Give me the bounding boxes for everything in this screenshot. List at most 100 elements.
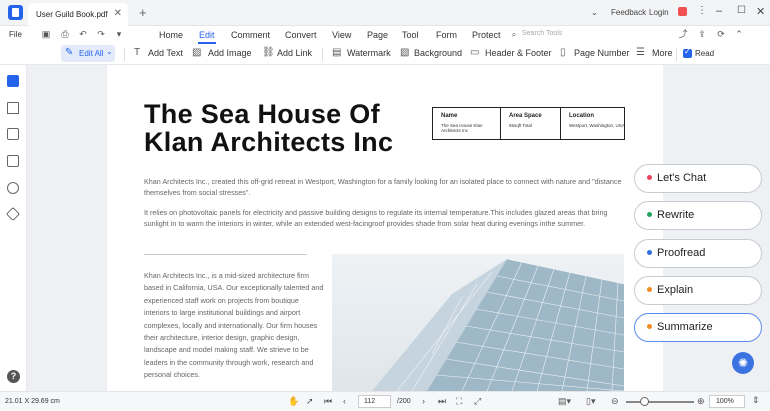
title-bar: User Guild Book.pdf ✕ + ⌄ Feedback Login… [0, 0, 770, 26]
upload-icon[interactable]: ⇪ [696, 28, 708, 40]
sync-icon[interactable]: ⟳ [715, 28, 727, 40]
document-tab-title: User Guild Book.pdf [36, 10, 108, 19]
search-icon: ⌕ [511, 30, 517, 39]
first-page-icon[interactable]: ⏮ [324, 396, 332, 407]
last-page-icon[interactable]: ⏭ [438, 396, 446, 407]
menu-page[interactable]: Page [367, 30, 388, 40]
page-number-button[interactable]: Page Number [574, 48, 630, 58]
explain-button[interactable]: Explain [634, 276, 762, 305]
print-icon[interactable]: ⎙ [59, 28, 71, 40]
feedback-link[interactable]: Feedback [611, 8, 646, 17]
document-title[interactable]: The Sea House Of Klan Architects Inc [144, 100, 393, 156]
hand-tool-icon[interactable]: ✋ [288, 396, 299, 407]
page-layout-icon[interactable]: ▤▾ [558, 396, 571, 407]
explain-label: Explain [657, 284, 694, 296]
close-window-icon[interactable]: ✕ [756, 5, 765, 18]
info-table-location-column: Location Westport, Washington, USA [560, 108, 625, 139]
fit-width-icon[interactable]: ⇕ [752, 395, 760, 406]
menu-convert[interactable]: Convert [285, 30, 317, 40]
document-tab[interactable]: User Guild Book.pdf ✕ [28, 3, 128, 26]
share-icon[interactable]: ⤴ [677, 28, 689, 40]
body-paragraph[interactable]: Khan Architects Inc., created this off-g… [144, 176, 622, 198]
background-button[interactable]: Background [414, 48, 462, 58]
select-tool-icon[interactable]: ➚ [306, 396, 314, 407]
menu-form[interactable]: Form [436, 30, 457, 40]
rewrite-label: Rewrite [657, 209, 695, 221]
summarize-button[interactable]: Summarize [634, 313, 762, 342]
edit-all-button[interactable]: ✎ Edit All ⌄ [61, 45, 115, 62]
rewrite-button[interactable]: Rewrite [634, 201, 762, 230]
more-button[interactable]: More [652, 48, 673, 58]
menu-bar: File ▣ ⎙ ↶ ↷ ▾ Home Edit Comment Convert… [0, 26, 770, 44]
redo-icon[interactable]: ↷ [95, 28, 107, 40]
close-tab-icon[interactable]: ✕ [114, 8, 122, 19]
menu-home[interactable]: Home [159, 30, 183, 40]
body-paragraph[interactable]: It relies on photovoltaic panels for ele… [144, 207, 622, 229]
save-icon[interactable]: ▣ [40, 28, 52, 40]
header-footer-button[interactable]: Header & Footer [485, 48, 552, 58]
green-dot-icon [647, 212, 652, 217]
orange-dot-icon [647, 287, 652, 292]
scroll-mode-icon[interactable]: ▯▾ [586, 396, 595, 407]
title-line-1[interactable]: The Sea House Of [144, 100, 393, 128]
new-tab-icon[interactable]: + [139, 5, 147, 20]
info-table-header: Area Space [509, 113, 542, 119]
menu-comment[interactable]: Comment [231, 30, 270, 40]
ai-assistant-icon[interactable]: ✺ [732, 352, 754, 374]
divider-line [144, 254, 307, 255]
info-table-name-column: Name The Sea House Klan Architects Inc [433, 108, 500, 139]
maximize-icon[interactable]: ☐ [737, 5, 746, 16]
info-table-cell: Westport, Washington, USA [569, 123, 625, 128]
search-panel-icon[interactable] [7, 182, 19, 194]
page-dimensions: 21.01 X 29.69 cm [5, 398, 60, 405]
layers-icon[interactable] [5, 206, 21, 222]
minimize-icon[interactable]: – [716, 5, 722, 17]
notification-icon[interactable] [678, 7, 687, 16]
info-table-header: Name [441, 113, 458, 119]
menu-tool[interactable]: Tool [402, 30, 419, 40]
previous-page-icon[interactable]: ‹ [343, 396, 346, 406]
menu-protect[interactable]: Protect [472, 30, 501, 40]
expand-up-icon[interactable]: ⌃ [733, 28, 745, 40]
zoom-slider-handle[interactable] [640, 397, 649, 406]
zoom-in-icon[interactable]: ⊕ [697, 396, 705, 407]
help-icon[interactable]: ? [7, 370, 20, 383]
menu-edit[interactable]: Edit [199, 30, 215, 40]
rotate-page-icon[interactable]: ⤢ [474, 396, 481, 407]
search-tools-input[interactable]: Search Tools [522, 30, 562, 37]
menu-view[interactable]: View [332, 30, 351, 40]
lets-chat-button[interactable]: Let's Chat [634, 164, 762, 193]
add-text-button[interactable]: Add Text [148, 48, 183, 58]
comment-icon[interactable] [7, 128, 19, 140]
zoom-slider[interactable] [626, 401, 694, 403]
summarize-label: Summarize [657, 321, 713, 333]
toolbar-divider [676, 48, 677, 61]
login-link[interactable]: Login [649, 8, 669, 17]
undo-icon[interactable]: ↶ [77, 28, 89, 40]
zoom-out-icon[interactable]: ⊖ [611, 396, 619, 407]
chevron-down-icon[interactable]: ⌄ [591, 8, 598, 17]
customize-dropdown-icon[interactable]: ▾ [113, 28, 125, 40]
menu-file[interactable]: File [9, 30, 22, 39]
red-dot-icon [647, 175, 652, 180]
edit-toolbar: ✎ Edit All ⌄ T Add Text ▨ Add Image ⛓ Ad… [0, 44, 770, 65]
add-image-button[interactable]: Add Image [208, 48, 252, 58]
building-image[interactable] [332, 254, 624, 391]
bookmark-icon[interactable] [7, 102, 19, 114]
page-number-input[interactable]: 112 [358, 395, 391, 408]
info-table[interactable]: Name The Sea House Klan Architects Inc A… [432, 107, 625, 140]
column-paragraph[interactable]: Khan Architects Inc., is a mid-sized arc… [144, 270, 324, 382]
thumbnails-icon[interactable] [7, 75, 19, 87]
title-line-2[interactable]: Klan Architects Inc [144, 128, 393, 156]
more-options-icon[interactable]: ⋮ [697, 5, 707, 16]
pdf-page[interactable]: The Sea House Of Klan Architects Inc Nam… [107, 65, 663, 391]
fit-page-icon[interactable]: ⛶ [456, 396, 462, 407]
read-checkbox[interactable] [683, 47, 692, 58]
next-page-icon[interactable]: › [422, 396, 425, 406]
zoom-level-select[interactable]: 100% [709, 395, 745, 408]
add-link-button[interactable]: Add Link [277, 48, 312, 58]
watermark-button[interactable]: Watermark [347, 48, 391, 58]
proofread-button[interactable]: Proofread [634, 239, 762, 268]
attachment-icon[interactable] [7, 155, 19, 167]
text-icon: T [134, 47, 141, 58]
